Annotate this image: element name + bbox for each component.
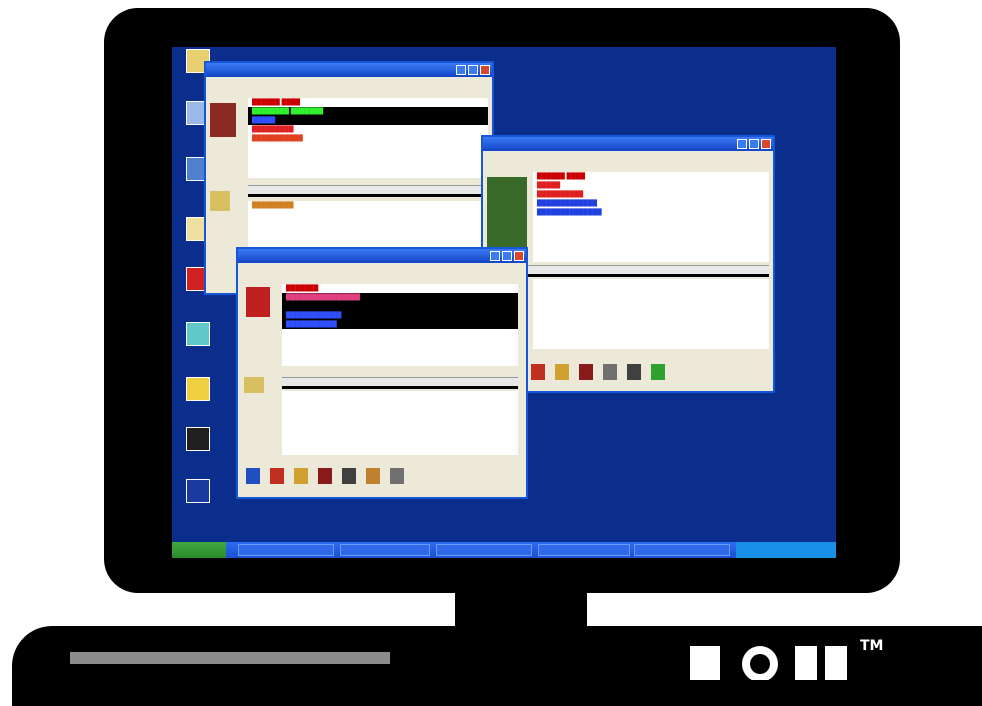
taskbar-task[interactable] (634, 544, 730, 556)
title-bar[interactable] (483, 137, 773, 151)
desktop-icon-program[interactable] (178, 322, 218, 362)
tool-icon[interactable] (246, 468, 260, 484)
contact-avatar (246, 287, 270, 317)
format-toolbar[interactable] (282, 377, 518, 389)
menu-bar[interactable] (238, 263, 526, 274)
chat-log: ██████ ████ █████ ██████████ ███████████… (533, 172, 769, 262)
minimize-button[interactable] (737, 139, 747, 149)
format-toolbar[interactable] (487, 265, 769, 277)
taskbar-task[interactable] (340, 544, 430, 556)
title-bar[interactable] (238, 249, 526, 263)
tool-icon[interactable] (555, 364, 569, 380)
user-avatar (244, 377, 264, 393)
desktop-icon-save[interactable] (178, 427, 218, 467)
folder-icon (186, 377, 210, 401)
user-avatar (210, 191, 230, 211)
close-button[interactable] (480, 65, 490, 75)
program-icon (186, 322, 210, 346)
tool-icon[interactable] (579, 364, 593, 380)
taskbar-task[interactable] (238, 544, 334, 556)
contact-avatar (487, 177, 527, 249)
minimize-button[interactable] (456, 65, 466, 75)
maximize-button[interactable] (749, 139, 759, 149)
message-input[interactable] (282, 391, 518, 455)
desktop-icon-folder[interactable] (178, 377, 218, 417)
tool-icon[interactable] (342, 468, 356, 484)
contact-avatar (210, 103, 236, 137)
action-bar (531, 359, 767, 385)
tool-icon[interactable] (603, 364, 617, 380)
chat-log: ███████ ████████████████ ████████████ ██… (282, 284, 518, 366)
save-icon (186, 427, 210, 451)
close-button[interactable] (514, 251, 524, 261)
tool-icon[interactable] (366, 468, 380, 484)
taskbar-task[interactable] (436, 544, 532, 556)
format-toolbar[interactable] (248, 185, 488, 197)
taskbar (172, 542, 836, 558)
tool-icon[interactable] (531, 364, 545, 380)
tool-icon[interactable] (651, 364, 665, 380)
trademark: TM (860, 638, 884, 654)
action-bar (246, 463, 522, 489)
maximize-button[interactable] (468, 65, 478, 75)
minimize-button[interactable] (490, 251, 500, 261)
tool-icon[interactable] (627, 364, 641, 380)
tool-icon[interactable] (294, 468, 308, 484)
close-button[interactable] (761, 139, 771, 149)
start-button[interactable] (172, 542, 226, 558)
chat-log: ██████ ████ ████████ ███████ █████ █████… (248, 98, 488, 178)
tool-icon[interactable] (318, 468, 332, 484)
base-strip (70, 652, 390, 664)
title-bar[interactable] (206, 63, 492, 77)
menu-bar[interactable] (206, 77, 492, 88)
app-icon (186, 479, 210, 503)
system-tray-clock[interactable] (736, 542, 836, 558)
desktop-icon-app[interactable] (178, 479, 218, 519)
message-input[interactable] (533, 279, 769, 349)
maximize-button[interactable] (502, 251, 512, 261)
tool-icon[interactable] (390, 468, 404, 484)
chat-window-front[interactable]: ███████ ████████████████ ████████████ ██… (236, 247, 528, 499)
menu-bar[interactable] (483, 151, 773, 162)
taskbar-task[interactable] (538, 544, 630, 556)
tool-icon[interactable] (270, 468, 284, 484)
desktop-screen: ██████ ████ ████████ ███████ █████ █████… (172, 47, 836, 558)
